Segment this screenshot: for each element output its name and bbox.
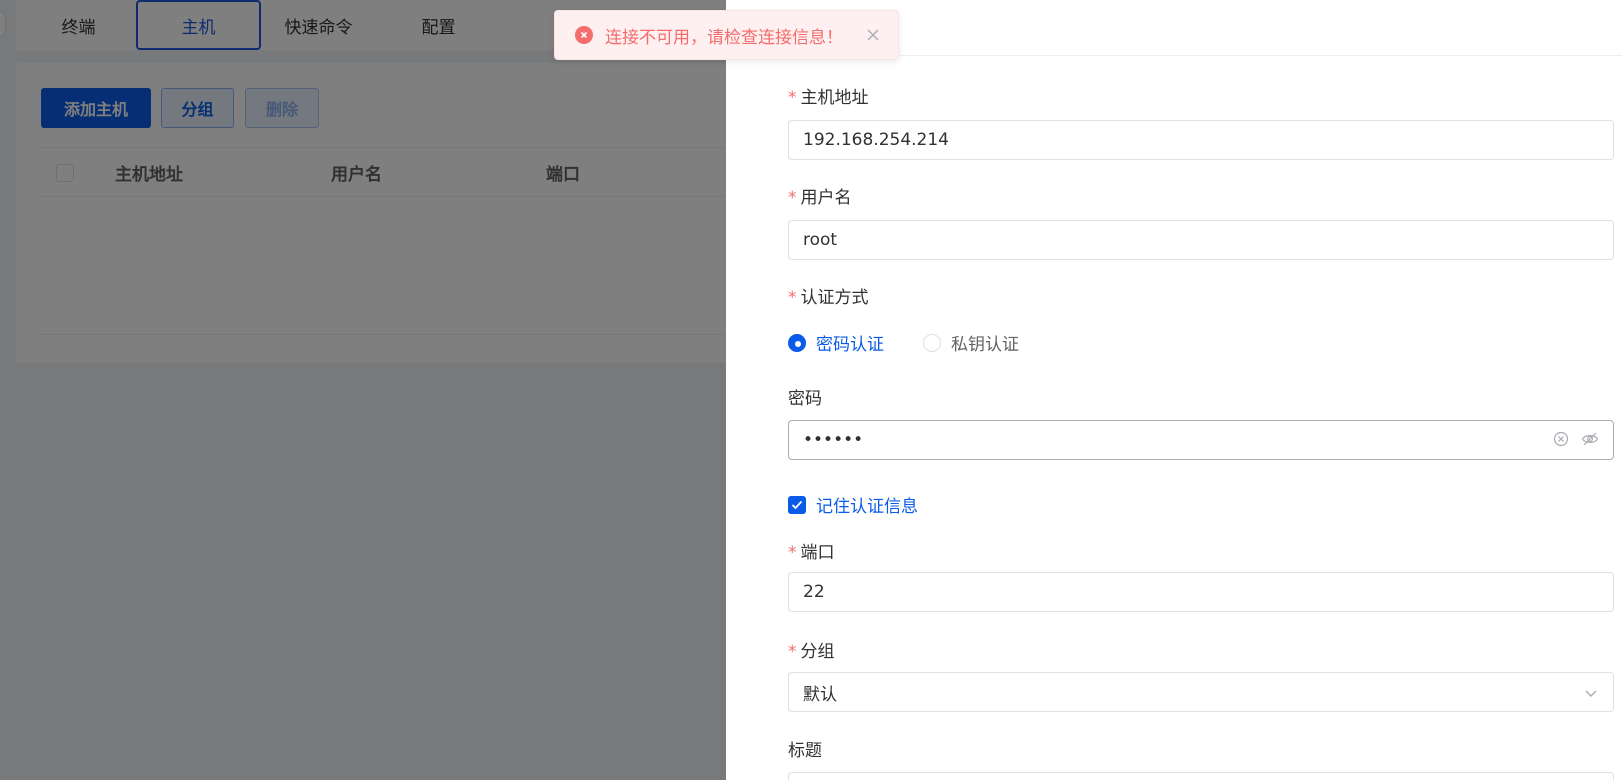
port-label: * 端口 bbox=[788, 543, 835, 563]
port-input[interactable]: 22 bbox=[788, 572, 1614, 612]
group-select-value: 默认 bbox=[803, 684, 837, 705]
eye-hidden-icon[interactable] bbox=[1581, 431, 1599, 452]
username-input[interactable]: root bbox=[788, 220, 1614, 260]
auth-method-label: * 认证方式 bbox=[788, 288, 869, 308]
password-value: •••••• bbox=[803, 430, 864, 450]
title-input[interactable] bbox=[788, 772, 1614, 780]
chevron-down-icon bbox=[1583, 685, 1599, 706]
radio-label: 密码认证 bbox=[816, 335, 884, 355]
toast-message: 连接不可用，请检查连接信息！ bbox=[605, 27, 843, 48]
host-label: * 主机地址 bbox=[788, 88, 869, 108]
error-circle-icon bbox=[575, 26, 593, 44]
password-icons bbox=[1553, 431, 1599, 452]
radio-password-auth[interactable]: 密码认证 bbox=[788, 330, 884, 355]
radio-dot bbox=[788, 333, 806, 352]
host-input[interactable]: 192.168.254.214 bbox=[788, 120, 1614, 160]
error-toast: 连接不可用，请检查连接信息！ bbox=[554, 10, 899, 60]
clear-icon[interactable] bbox=[1553, 431, 1569, 452]
username-label: * 用户名 bbox=[788, 188, 852, 208]
remember-label: 记住认证信息 bbox=[816, 497, 918, 517]
password-label: 密码 bbox=[788, 389, 822, 409]
remember-credentials-checkbox[interactable]: 记住认证信息 bbox=[788, 492, 918, 517]
radio-label: 私钥认证 bbox=[951, 335, 1019, 355]
title-label: 标题 bbox=[788, 741, 822, 761]
edit-host-drawer: 》 *主机地址 192.168.254.214 *用户名 root *认证方式 … bbox=[726, 0, 1622, 780]
radio-dot bbox=[923, 333, 941, 352]
group-select[interactable]: 默认 bbox=[788, 672, 1614, 712]
close-icon[interactable] bbox=[864, 26, 882, 44]
group-label: * 分组 bbox=[788, 642, 835, 662]
password-input[interactable]: •••••• bbox=[788, 420, 1614, 460]
radio-key-auth[interactable]: 私钥认证 bbox=[923, 330, 1019, 355]
checkbox-checked-icon bbox=[788, 495, 806, 514]
